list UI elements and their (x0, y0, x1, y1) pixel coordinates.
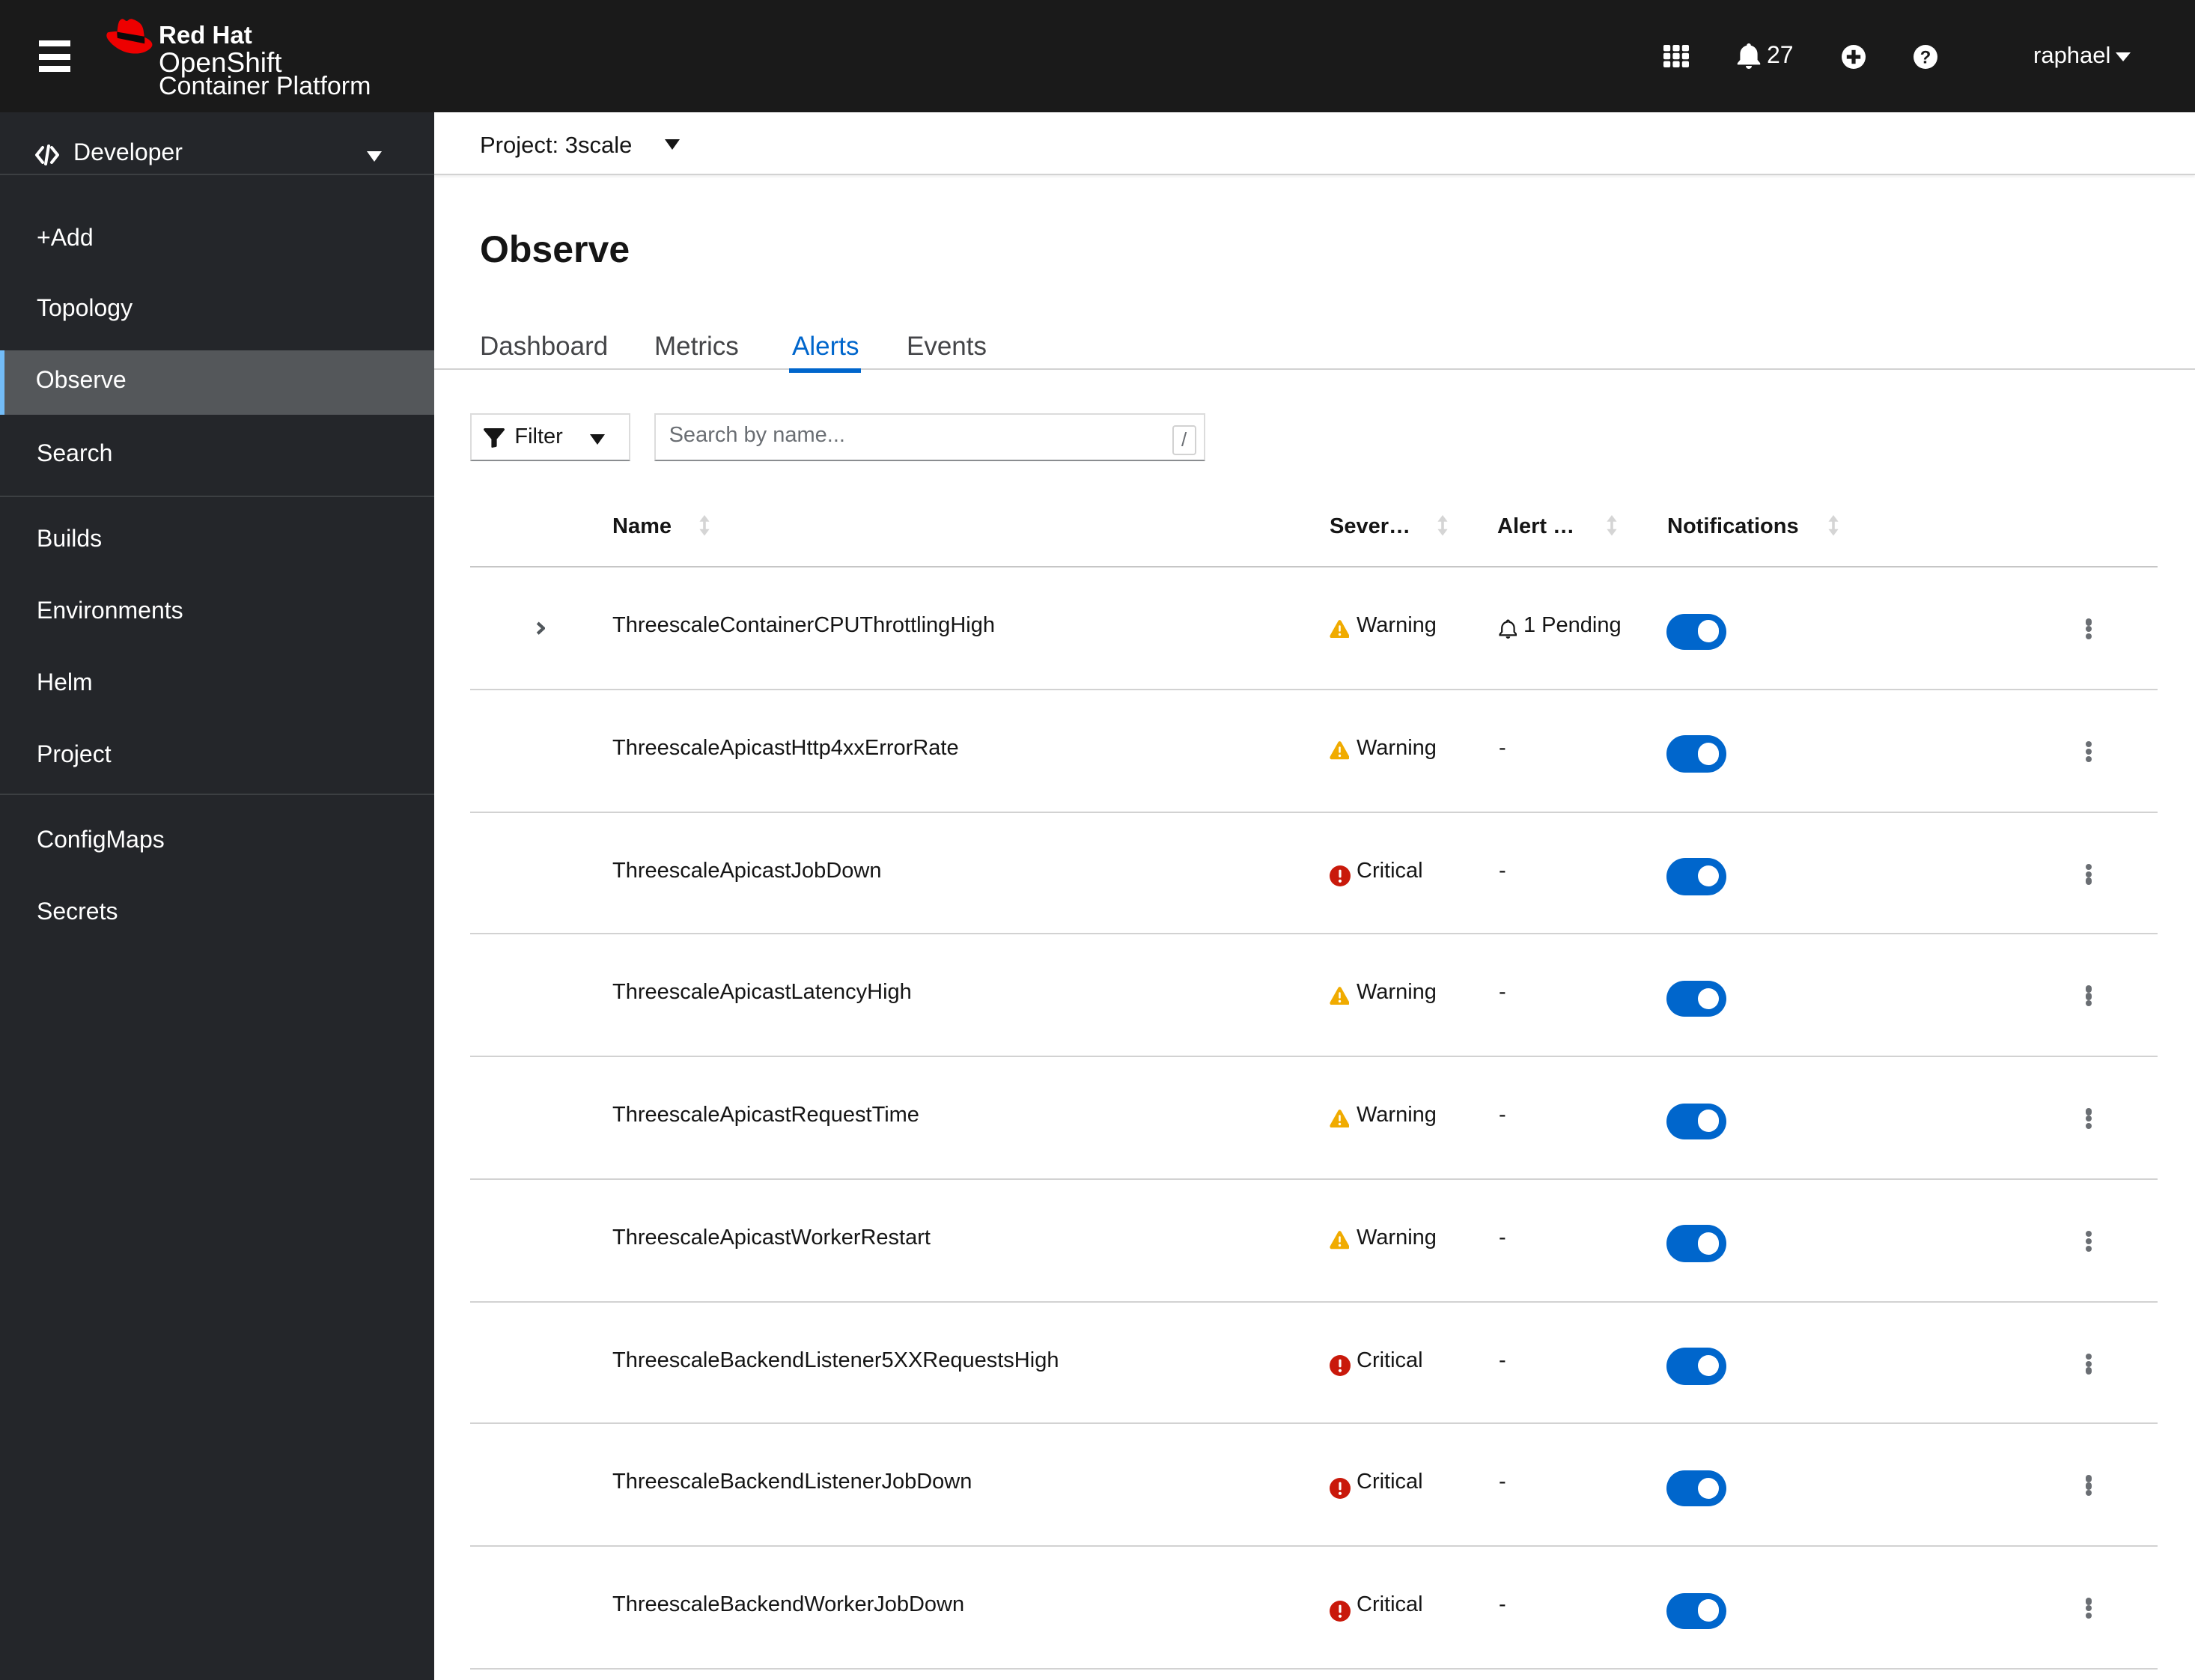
svg-text:?: ? (1920, 46, 1931, 67)
